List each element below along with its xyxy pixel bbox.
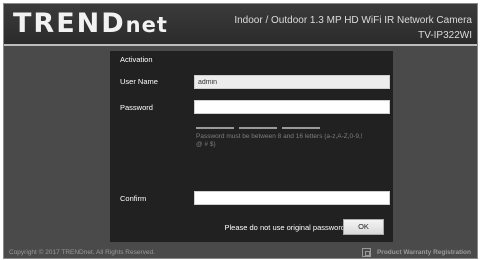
panel-title: Activation (120, 55, 153, 64)
logo-text: TREND (13, 8, 126, 39)
username-label: User Name (120, 77, 158, 86)
logo-suffix: net (125, 13, 168, 37)
app-window: TRENDnet Indoor / Outdoor 1.3 MP HD WiFi… (3, 3, 478, 259)
confirm-field[interactable] (194, 191, 390, 205)
header-separator (4, 44, 477, 46)
password-field[interactable] (194, 100, 390, 114)
password-label: Password (120, 103, 153, 112)
product-title: Indoor / Outdoor 1.3 MP HD WiFi IR Netwo… (234, 15, 472, 26)
password-notice: Please do not use original password (224, 223, 346, 232)
password-strength-bar-strong (282, 127, 320, 129)
trendnet-logo: TRENDnet (13, 9, 168, 40)
ok-button[interactable]: OK (343, 219, 384, 235)
header: TRENDnet Indoor / Outdoor 1.3 MP HD WiFi… (4, 4, 477, 44)
confirm-label: Confirm (120, 194, 147, 203)
footer: Copyright © 2017 TRENDnet. All Rights Re… (4, 247, 477, 259)
copyright-text: Copyright © 2017 TRENDnet. All Rights Re… (9, 249, 155, 256)
username-field[interactable] (194, 75, 390, 89)
password-strength-bar-weak (196, 127, 234, 129)
password-hint: Password must be between 8 and 16 letter… (196, 133, 363, 148)
registration-icon (361, 248, 371, 257)
model-number: TV-IP322WI (418, 30, 472, 41)
warranty-registration-link[interactable]: Product Warranty Registration (361, 248, 471, 257)
warranty-link-label: Product Warranty Registration (376, 249, 471, 256)
password-strength-bar-medium (239, 127, 277, 129)
activation-panel: Activation User Name Password Password m… (110, 51, 393, 242)
